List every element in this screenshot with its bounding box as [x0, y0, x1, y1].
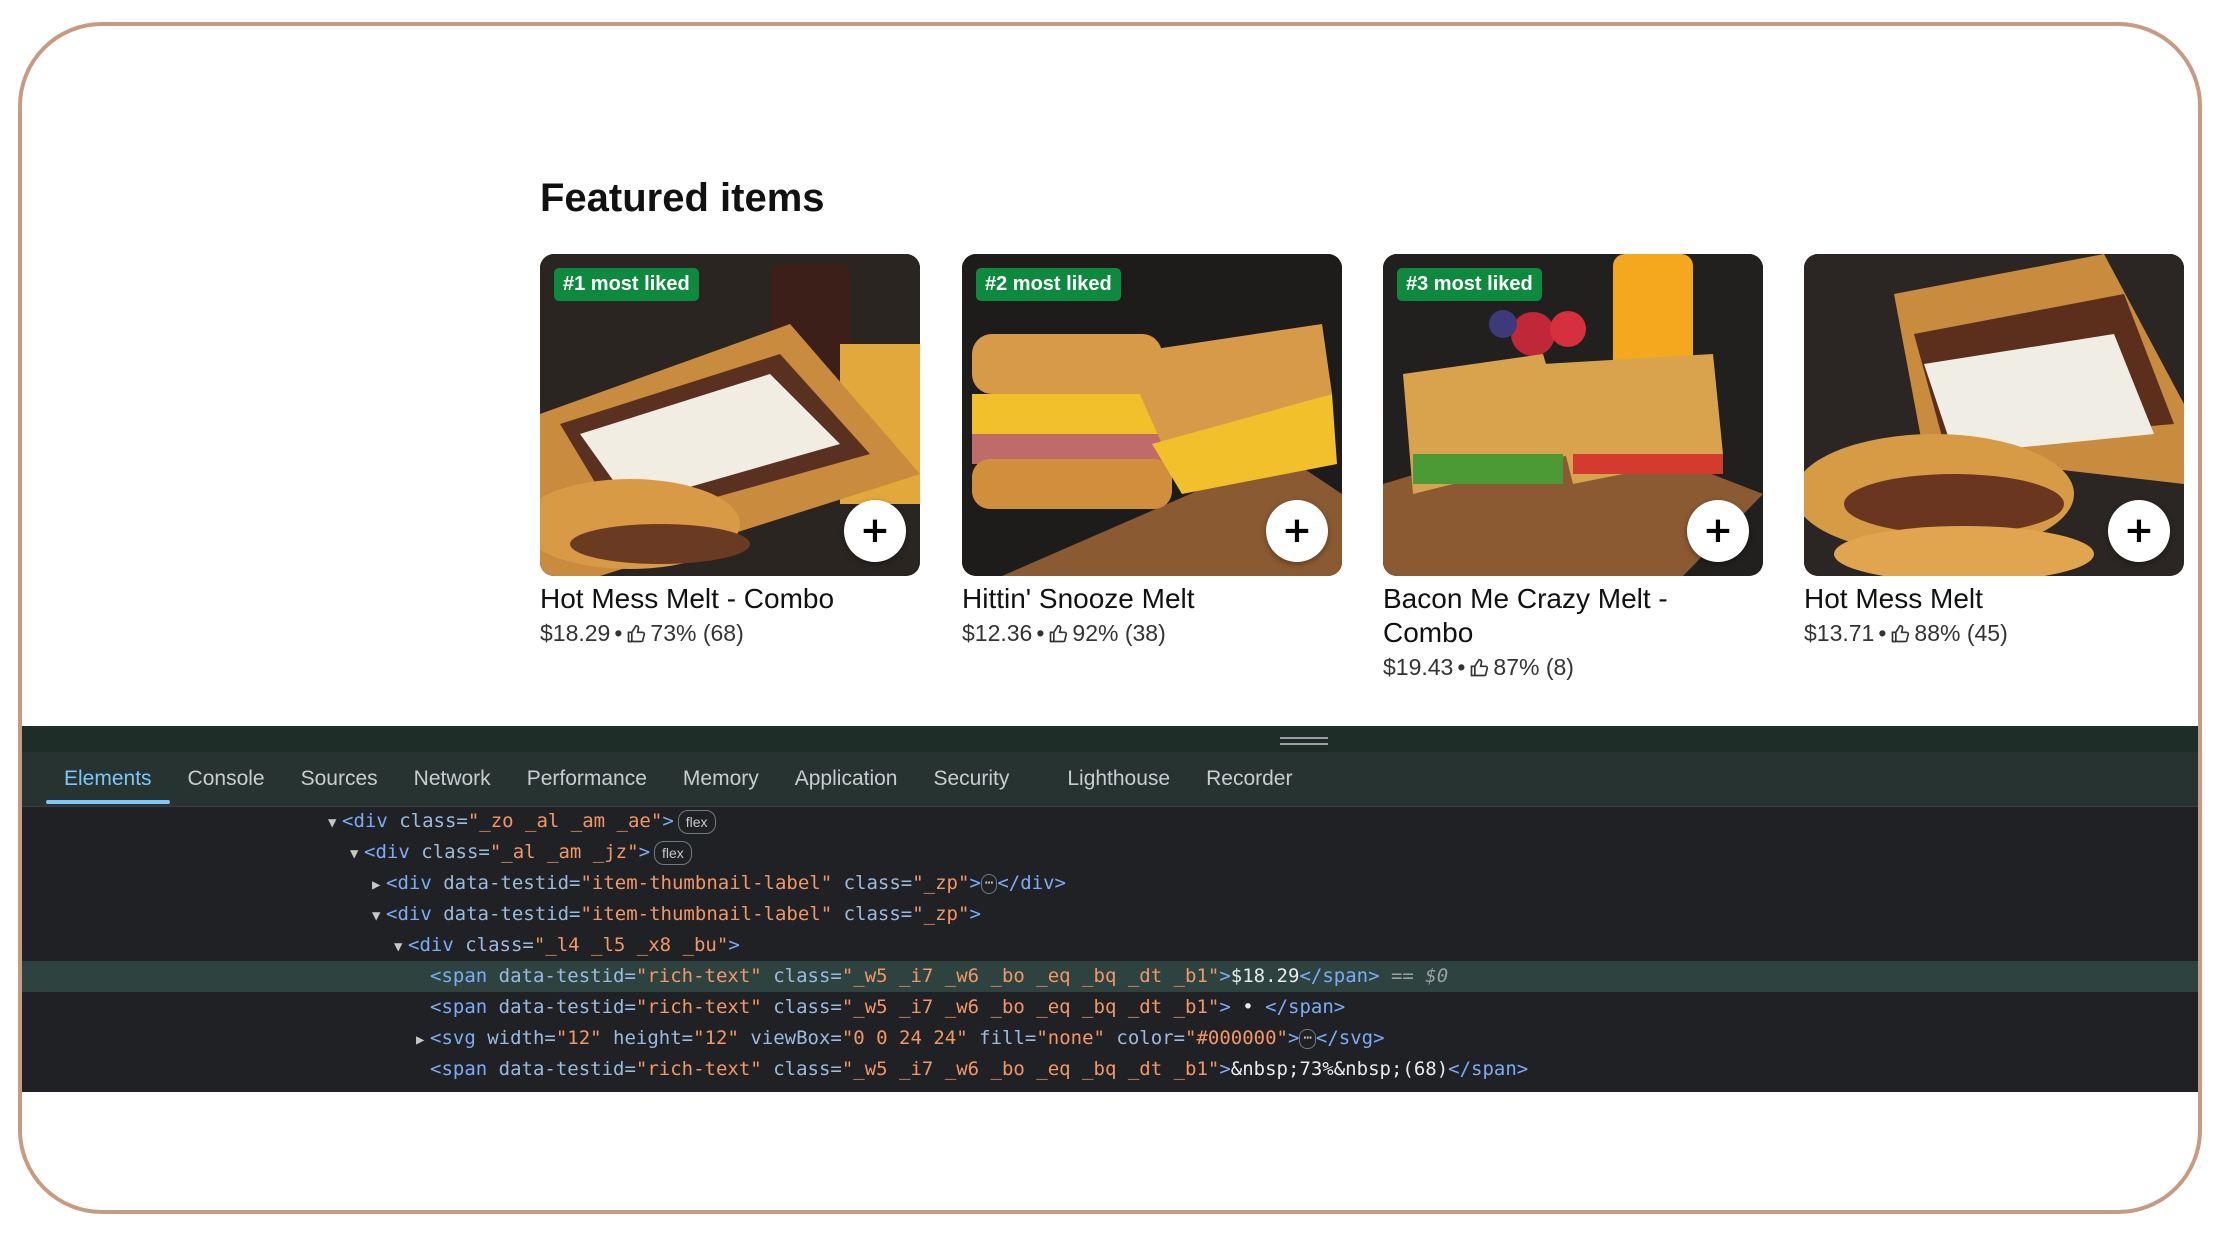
item-meta: $13.71 • 88% (45) — [1804, 620, 2184, 647]
collapse-arrow-icon[interactable]: ▼ — [350, 839, 364, 870]
tab-lighthouse[interactable]: Lighthouse — [1049, 752, 1188, 806]
tab-memory[interactable]: Memory — [665, 752, 777, 806]
add-to-cart-button[interactable]: + — [844, 500, 906, 562]
collapse-arrow-icon[interactable]: ▼ — [328, 808, 342, 839]
tab-sources[interactable]: Sources — [283, 752, 396, 806]
dom-node[interactable]: ▶ <div data-testid="item-thumbnail-label"… — [22, 868, 2198, 901]
collapse-arrow-icon[interactable]: ▼ — [394, 932, 408, 963]
expand-arrow-icon[interactable]: ▶ — [416, 1025, 430, 1056]
expand-arrow-icon[interactable]: ▶ — [372, 870, 386, 901]
most-liked-badge: #1 most liked — [554, 268, 699, 301]
collapse-arrow-icon[interactable]: ▼ — [372, 901, 386, 932]
ellipsis-icon[interactable]: ⋯ — [1299, 1028, 1316, 1049]
dom-node[interactable]: <span data-testid="rich-text" class="_w5… — [22, 992, 2198, 1023]
item-card[interactable]: #2 most liked + Hittin' Snooze Melt $12.… — [962, 254, 1342, 647]
item-meta: $19.43 • 87% (8) — [1383, 654, 1763, 681]
tab-application[interactable]: Application — [777, 752, 916, 806]
item-price: $19.43 — [1383, 654, 1454, 680]
dom-tree: ▼ <div class="_zo _al _am _ae"> flex ▼ <div… — [22, 806, 2198, 1085]
tab-security[interactable]: Security — [915, 752, 1027, 806]
tab-network[interactable]: Network — [396, 752, 509, 806]
item-price: $13.71 — [1804, 620, 1875, 646]
item-card[interactable]: #1 most liked + Hot Mess Melt - Combo $1… — [540, 254, 920, 647]
separator-dot: • — [1457, 654, 1466, 680]
flex-badge[interactable]: flex — [677, 809, 716, 834]
item-thumbnail[interactable]: #1 most liked + — [540, 254, 920, 576]
thumbs-up-icon — [1892, 624, 1910, 642]
item-name[interactable]: Hittin' Snooze Melt — [962, 582, 1342, 616]
add-to-cart-button[interactable]: + — [1687, 500, 1749, 562]
item-name[interactable]: Hot Mess Melt — [1804, 582, 2184, 616]
ellipsis-icon[interactable]: ⋯ — [980, 873, 998, 894]
devtools-tab-bar: Elements Console Sources Network Perform… — [22, 752, 2198, 807]
item-thumbnail[interactable]: #3 most liked + — [1383, 254, 1763, 576]
thumbs-up-icon — [1471, 658, 1489, 676]
screen-frame: Featured items #1 most liked + Hot Mess … — [18, 22, 2202, 1214]
separator-dot: • — [614, 620, 623, 646]
tab-elements[interactable]: Elements — [46, 752, 170, 806]
dom-node[interactable]: ▼ <div class="_l4 _l5 _x8 _bu"> — [22, 930, 2198, 963]
devtools-resize-handle[interactable] — [22, 726, 2198, 752]
thumbs-up-icon — [1050, 624, 1068, 642]
item-meta: $12.36 • 92% (38) — [962, 620, 1342, 647]
item-thumbnail[interactable]: #2 most liked + — [962, 254, 1342, 576]
dom-node[interactable]: ▼ <div class="_zo _al _am _ae"> flex — [22, 806, 2198, 839]
dom-node[interactable]: ▼ <div class="_al _am _jz"> flex — [22, 837, 2198, 870]
dom-node[interactable]: <span data-testid="rich-text" class="_w5… — [22, 1054, 2198, 1085]
item-price: $18.29 — [540, 620, 611, 646]
devtools-panel: Elements Console Sources Network Perform… — [22, 726, 2198, 1092]
item-thumbnail[interactable]: + — [1804, 254, 2184, 576]
item-rating: 87% (8) — [1493, 654, 1574, 680]
item-rating: 88% (45) — [1914, 620, 2008, 646]
add-to-cart-button[interactable]: + — [1266, 500, 1328, 562]
most-liked-badge: #2 most liked — [976, 268, 1121, 301]
separator-dot: • — [1878, 620, 1887, 646]
item-price: $12.36 — [962, 620, 1033, 646]
item-name[interactable]: Bacon Me Crazy Melt - Combo — [1383, 582, 1713, 650]
item-card[interactable]: #3 most liked + Bacon Me Crazy Melt - Co… — [1383, 254, 1763, 681]
add-to-cart-button[interactable]: + — [2108, 500, 2170, 562]
drag-grip-icon — [1280, 737, 1328, 745]
flex-badge[interactable]: flex — [654, 840, 692, 865]
thumbs-up-icon — [628, 624, 646, 642]
section-title: Featured items — [540, 176, 825, 220]
item-card[interactable]: + Hot Mess Melt $13.71 • 88% (45) — [1804, 254, 2184, 647]
item-rating: 73% (68) — [650, 620, 744, 646]
item-meta: $18.29 • 73% (68) — [540, 620, 920, 647]
tab-performance[interactable]: Performance — [509, 752, 665, 806]
dom-node[interactable]: ▼ <div data-testid="item-thumbnail-label"… — [22, 899, 2198, 932]
separator-dot: • — [1036, 620, 1045, 646]
item-name[interactable]: Hot Mess Melt - Combo — [540, 582, 920, 616]
tab-console[interactable]: Console — [170, 752, 283, 806]
store-content: Featured items #1 most liked + Hot Mess … — [22, 26, 2198, 726]
dom-node-selected[interactable]: <span data-testid="rich-text" class="_w5… — [22, 961, 2198, 992]
dom-node[interactable]: ▶ <svg width="12" height="12" viewBox="0 … — [22, 1023, 2198, 1056]
tab-recorder[interactable]: Recorder — [1188, 752, 1310, 806]
most-liked-badge: #3 most liked — [1397, 268, 1542, 301]
item-rating: 92% (38) — [1072, 620, 1166, 646]
